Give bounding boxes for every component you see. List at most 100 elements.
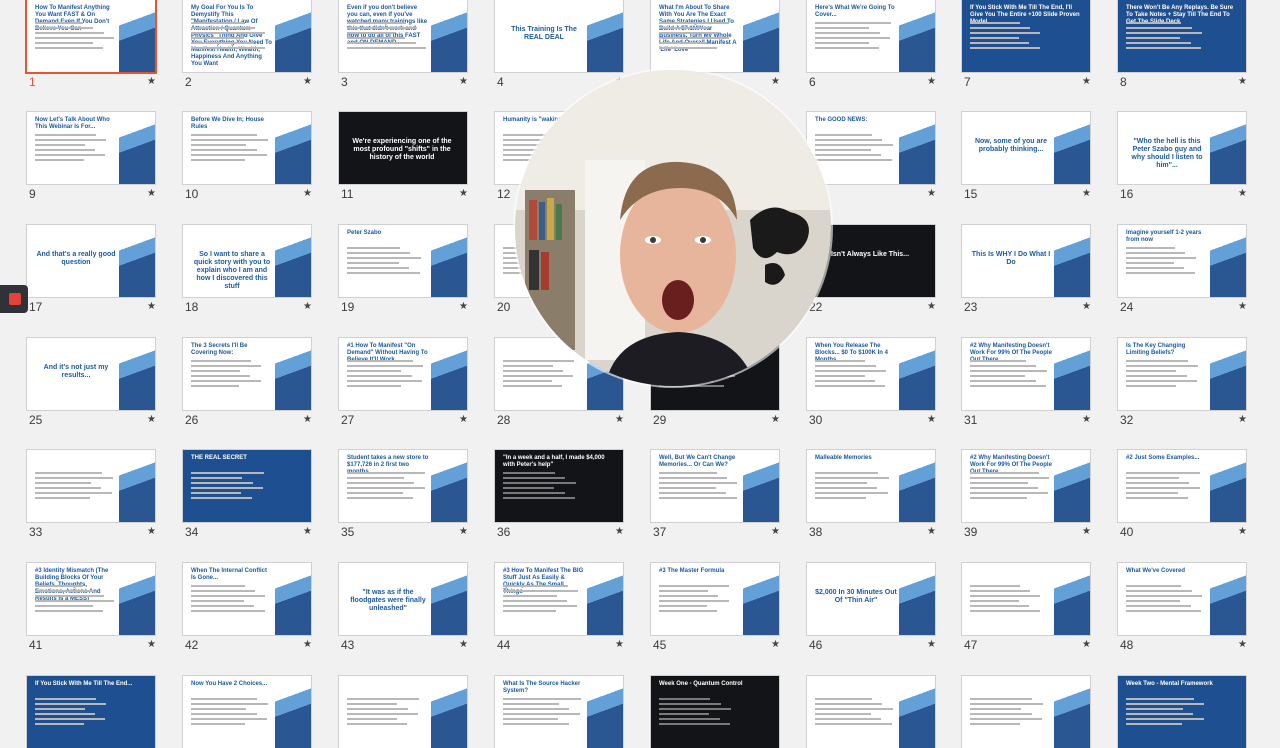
slide-thumbnail[interactable] bbox=[807, 676, 935, 748]
slide-thumbnail[interactable]: The 3 Secrets I'll Be Covering Now: bbox=[183, 338, 311, 410]
star-icon[interactable]: ★ bbox=[1082, 76, 1091, 87]
slide-thumbnail[interactable]: #1 How To Manifest "On Demand" Without H… bbox=[339, 338, 467, 410]
slide-thumbnail[interactable]: #3 How To Manifest The BIG Stuff Just As… bbox=[495, 563, 623, 635]
star-icon[interactable]: ★ bbox=[459, 414, 468, 425]
slide-thumbnail[interactable]: What I'm About To Share With You Are The… bbox=[651, 0, 779, 72]
star-icon[interactable]: ★ bbox=[1238, 188, 1247, 199]
slide-thumbnail[interactable]: Even if you don't believe you can, even … bbox=[339, 0, 467, 72]
slide-thumbnail[interactable]: Malleable Memories bbox=[807, 450, 935, 522]
star-icon[interactable]: ★ bbox=[771, 414, 780, 425]
slide-thumbnail[interactable]: Student takes a new store to $177,726 in… bbox=[339, 450, 467, 522]
slide-thumbnail[interactable]: Week One - Quantum Control bbox=[651, 676, 779, 748]
star-icon[interactable]: ★ bbox=[147, 414, 156, 425]
star-icon[interactable]: ★ bbox=[1082, 414, 1091, 425]
slide-thumbnail[interactable]: Now You Have 2 Choices... bbox=[183, 676, 311, 748]
star-icon[interactable]: ★ bbox=[459, 188, 468, 199]
star-icon[interactable]: ★ bbox=[303, 414, 312, 425]
slide-thumbnail[interactable]: #2 Just Some Examples... bbox=[1118, 450, 1246, 522]
star-icon[interactable]: ★ bbox=[927, 526, 936, 537]
star-icon[interactable]: ★ bbox=[1082, 188, 1091, 199]
slide-thumbnail[interactable] bbox=[339, 676, 467, 748]
slide-thumbnail[interactable]: "In a week and a half, I made $4,000 wit… bbox=[495, 450, 623, 522]
slide-thumbnail[interactable]: Is The Key Changing Limiting Beliefs? bbox=[1118, 338, 1246, 410]
slide-thumbnail[interactable]: THE REAL SECRET bbox=[183, 450, 311, 522]
slide-thumbnail[interactable]: Peter Szabo bbox=[339, 225, 467, 297]
slide-thumbnail[interactable] bbox=[27, 450, 155, 522]
star-icon[interactable]: ★ bbox=[147, 76, 156, 87]
slide-thumbnail[interactable]: $2,000 In 30 Minutes Out Of "Thin Air" bbox=[807, 563, 935, 635]
slide-thumbnail[interactable]: And that's a really good question bbox=[27, 225, 155, 297]
star-icon[interactable]: ★ bbox=[147, 639, 156, 650]
star-icon[interactable]: ★ bbox=[303, 639, 312, 650]
slide-thumbnail[interactable] bbox=[962, 563, 1090, 635]
star-icon[interactable]: ★ bbox=[927, 188, 936, 199]
slide-thumbnail[interactable]: Well, But We Can't Change Memories... Or… bbox=[651, 450, 779, 522]
star-icon[interactable]: ★ bbox=[1238, 526, 1247, 537]
star-icon[interactable]: ★ bbox=[615, 639, 624, 650]
slide-thumbnail[interactable]: Week Two - Mental Framework bbox=[1118, 676, 1246, 748]
slide-thumbnail[interactable]: There Won't Be Any Replays. Be Sure To T… bbox=[1118, 0, 1246, 72]
star-icon[interactable]: ★ bbox=[615, 414, 624, 425]
slide-thumbnail[interactable]: #3 Identity Mismatch (The Building Block… bbox=[27, 563, 155, 635]
slide-decoration bbox=[431, 450, 467, 522]
slide-decoration bbox=[1210, 338, 1246, 410]
slide-thumbnail[interactable]: How To Manifest Anything You Want FAST &… bbox=[27, 0, 155, 72]
star-icon[interactable]: ★ bbox=[147, 301, 156, 312]
star-icon[interactable]: ★ bbox=[771, 76, 780, 87]
slide-thumbnail[interactable]: When You Release The Blocks... $0 To $10… bbox=[807, 338, 935, 410]
slide-body-text bbox=[191, 585, 271, 615]
slide-thumbnail[interactable]: The GOOD NEWS: bbox=[807, 112, 935, 184]
star-icon[interactable]: ★ bbox=[303, 188, 312, 199]
slide-thumbnail[interactable]: If You Stick With Me Till The End... bbox=[27, 676, 155, 748]
star-icon[interactable]: ★ bbox=[459, 76, 468, 87]
slide-thumbnail[interactable]: #2 Why Manifesting Doesn't Work For 99% … bbox=[962, 338, 1090, 410]
star-icon[interactable]: ★ bbox=[303, 301, 312, 312]
star-icon[interactable]: ★ bbox=[927, 76, 936, 87]
slide-title: Now You Have 2 Choices... bbox=[191, 681, 268, 687]
slide-thumbnail[interactable] bbox=[962, 676, 1090, 748]
star-icon[interactable]: ★ bbox=[927, 301, 936, 312]
slide-thumbnail[interactable]: Before We Dive In; House Rules bbox=[183, 112, 311, 184]
slide-thumbnail[interactable]: #3 The Master Formula bbox=[651, 563, 779, 635]
star-icon[interactable]: ★ bbox=[459, 639, 468, 650]
star-icon[interactable]: ★ bbox=[615, 526, 624, 537]
slide-thumbnail[interactable]: "It was as if the floodgates were finall… bbox=[339, 563, 467, 635]
slide-thumbnail[interactable]: Here's What We're Going To Cover... bbox=[807, 0, 935, 72]
slide-thumbnail[interactable]: What Is The Source Hacker System? bbox=[495, 676, 623, 748]
star-icon[interactable]: ★ bbox=[1238, 639, 1247, 650]
slide-thumbnail[interactable]: This Training Is The REAL DEAL bbox=[495, 0, 623, 72]
slide-thumbnail[interactable]: My Goal For You Is To Demystify This "Ma… bbox=[183, 0, 311, 72]
slide-thumbnail[interactable]: Now, some of you are probably thinking..… bbox=[962, 112, 1090, 184]
star-icon[interactable]: ★ bbox=[771, 526, 780, 537]
stop-icon bbox=[9, 293, 21, 305]
star-icon[interactable]: ★ bbox=[771, 639, 780, 650]
star-icon[interactable]: ★ bbox=[1238, 76, 1247, 87]
slide-thumbnail[interactable]: Now Let's Talk About Who This Webinar Is… bbox=[27, 112, 155, 184]
star-icon[interactable]: ★ bbox=[1238, 301, 1247, 312]
star-icon[interactable]: ★ bbox=[147, 526, 156, 537]
star-icon[interactable]: ★ bbox=[147, 188, 156, 199]
slide-thumbnail[interactable]: If You Stick With Me Till The End, I'll … bbox=[962, 0, 1090, 72]
slide-thumbnail[interactable]: Imagine yourself 1-2 years from now bbox=[1118, 225, 1246, 297]
slide-thumbnail[interactable]: We're experiencing one of the most profo… bbox=[339, 112, 467, 184]
slide-decoration bbox=[743, 450, 779, 522]
star-icon[interactable]: ★ bbox=[303, 526, 312, 537]
slide-thumbnail[interactable]: This Is WHY I Do What I Do bbox=[962, 225, 1090, 297]
star-icon[interactable]: ★ bbox=[927, 414, 936, 425]
star-icon[interactable]: ★ bbox=[1082, 639, 1091, 650]
slide-thumbnail[interactable]: So I want to share a quick story with yo… bbox=[183, 225, 311, 297]
star-icon[interactable]: ★ bbox=[1238, 414, 1247, 425]
slide-number: 17 bbox=[29, 300, 43, 314]
star-icon[interactable]: ★ bbox=[1082, 526, 1091, 537]
slide-thumbnail[interactable]: When The Internal Conflict Is Gone... bbox=[183, 563, 311, 635]
slide-thumbnail[interactable]: And it's not just my results... bbox=[27, 338, 155, 410]
star-icon[interactable]: ★ bbox=[459, 301, 468, 312]
slide-thumbnail[interactable]: #2 Why Manifesting Doesn't Work For 99% … bbox=[962, 450, 1090, 522]
star-icon[interactable]: ★ bbox=[303, 76, 312, 87]
star-icon[interactable]: ★ bbox=[459, 526, 468, 537]
star-icon[interactable]: ★ bbox=[1082, 301, 1091, 312]
slide-thumbnail[interactable]: "Who the hell is this Peter Szabo guy an… bbox=[1118, 112, 1246, 184]
record-stop-button[interactable] bbox=[0, 285, 28, 313]
slide-thumbnail[interactable]: What We've Covered bbox=[1118, 563, 1246, 635]
star-icon[interactable]: ★ bbox=[927, 639, 936, 650]
